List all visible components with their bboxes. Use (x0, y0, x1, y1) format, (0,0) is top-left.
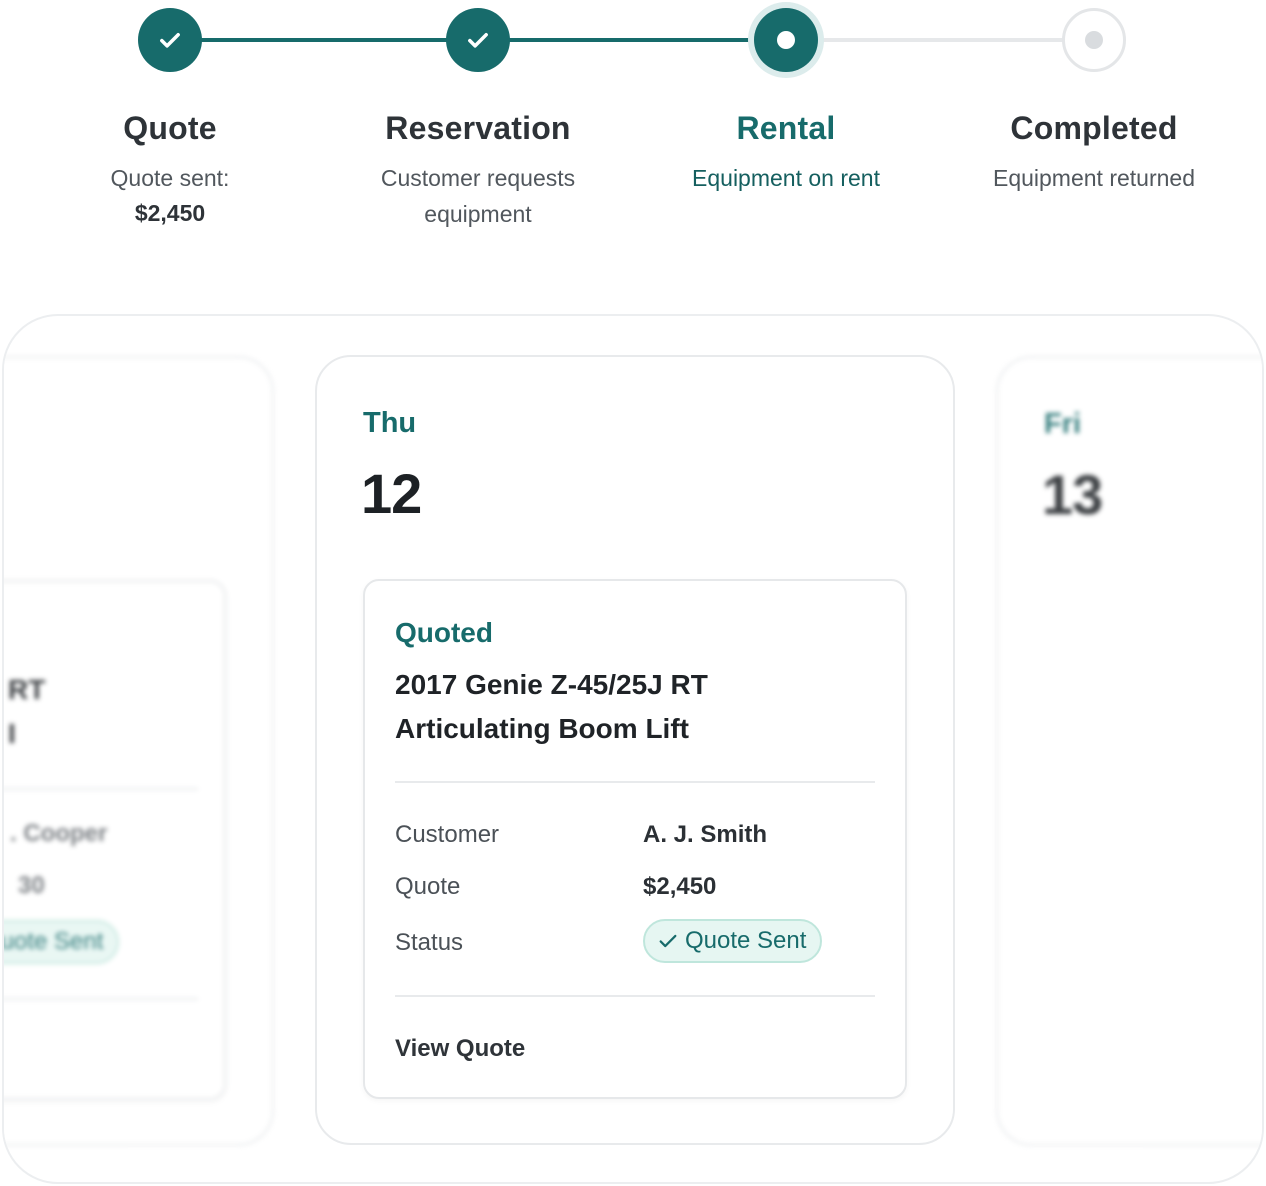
event-status: Quoted (395, 617, 493, 648)
event-title-line2: Articulating Boom Lift (395, 713, 689, 744)
event-title-line1: 2017 Genie Z-45/25J RT (395, 669, 708, 700)
dot-icon (777, 31, 795, 49)
step-subtitle: Equipment returned (992, 165, 1195, 191)
step-quote-node[interactable] (138, 8, 202, 72)
step-completed: Completed Equipment returned (944, 110, 1244, 196)
divider (395, 995, 875, 997)
step-quote: Quote Quote sent: $2,450 (20, 110, 320, 230)
step-subtitle: Equipment on rent (692, 165, 880, 191)
status-label: Status (395, 929, 464, 956)
step-rental-node[interactable] (748, 2, 824, 78)
step-subtitle-line2: equipment (424, 201, 532, 227)
connector-quote-reservation (170, 38, 480, 42)
status-badge-label: Quote Sent (685, 927, 807, 954)
connector-reservation-rental (478, 38, 788, 42)
customer-label: Customer (395, 821, 500, 848)
step-rental: Rental Equipment on rent (636, 110, 936, 196)
check-icon (468, 33, 488, 48)
customer-value: . Cooper (10, 820, 108, 847)
day-date: 12 (361, 462, 422, 525)
event-card-quoted[interactable]: Quoted 2017 Genie Z-45/25J RT Articulati… (363, 579, 907, 1099)
quote-value: $2,450 (643, 873, 717, 900)
event-title-fragment: RT (8, 674, 46, 705)
dot-icon (1085, 31, 1103, 49)
check-icon (659, 934, 677, 948)
status-badge: Quote Sent (643, 919, 823, 963)
step-reservation: Reservation Customer requests equipment (328, 110, 628, 232)
step-reservation-node[interactable] (446, 8, 510, 72)
view-quote-button[interactable]: View Quote (395, 1035, 525, 1063)
step-subtitle-line1: Customer requests (380, 165, 576, 191)
customer-value: A. J. Smith (643, 821, 768, 848)
step-completed-node[interactable] (1062, 8, 1126, 72)
quote-value: 30 (18, 872, 45, 899)
step-title: Rental (736, 110, 836, 146)
rental-workflow-view: Quote Quote sent: $2,450 Reservation Cus… (0, 0, 1266, 1186)
event-card-previous[interactable]: RT I . Cooper 30 Quote Sent (4, 580, 226, 1100)
divider (395, 781, 875, 783)
check-icon (160, 33, 180, 48)
calendar-panel: RT I . Cooper 30 Quote Sent Thu 12 Quote… (2, 314, 1264, 1184)
step-subtitle: Quote sent: (110, 165, 230, 191)
event-title-fragment: I (8, 718, 16, 749)
day-card-fri-13[interactable]: Fri 13 (996, 356, 1262, 1146)
step-title: Completed (1010, 110, 1178, 146)
connector-rental-completed (786, 38, 1096, 42)
step-title: Reservation (385, 110, 571, 146)
step-amount: $2,450 (134, 200, 206, 226)
status-badge: Quote Sent (4, 920, 120, 964)
day-weekday: Thu (363, 407, 417, 439)
quote-label: Quote (395, 873, 461, 900)
day-date: 13 (1042, 463, 1103, 526)
day-card-thu-12[interactable]: Thu 12 Quoted 2017 Genie Z-45/25J RT Art… (315, 355, 955, 1145)
day-weekday: Fri (1044, 408, 1082, 440)
day-card-previous[interactable]: RT I . Cooper 30 Quote Sent (4, 356, 274, 1146)
step-title: Quote (123, 110, 217, 146)
